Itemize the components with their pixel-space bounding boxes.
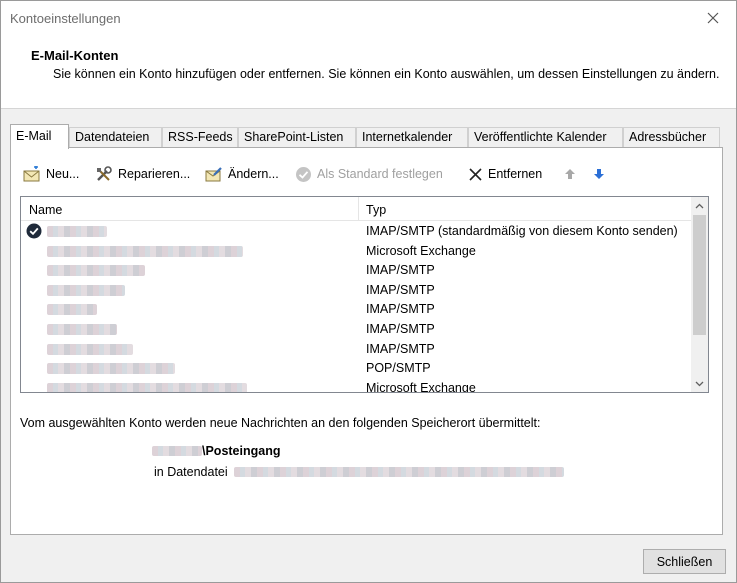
remove-x-icon: [469, 167, 482, 181]
chevron-down-icon: [695, 381, 704, 386]
dialog-header: E-Mail-Konten Sie können ein Konto hinzu…: [1, 37, 736, 109]
scroll-thumb[interactable]: [693, 215, 706, 335]
chevron-up-icon: [695, 203, 704, 208]
column-type-header[interactable]: Typ: [366, 203, 386, 217]
account-type: Microsoft Exchange: [366, 380, 476, 393]
account-type: IMAP/SMTP (standardmäßig von diesem Kont…: [366, 224, 678, 238]
redacted-account-name: [47, 265, 145, 277]
tab-sharepoint-lists[interactable]: SharePoint-Listen: [238, 127, 356, 148]
set-default-label: Als Standard festlegen: [317, 167, 443, 181]
account-type: IMAP/SMTP: [366, 302, 435, 317]
new-account-button[interactable]: Neu...: [23, 162, 79, 186]
change-account-label: Ändern...: [228, 167, 279, 181]
redacted-account-name: [47, 343, 133, 355]
scroll-up-button[interactable]: [691, 197, 708, 214]
change-account-button[interactable]: Ändern...: [205, 162, 279, 186]
datafile-prefix: in Datendatei: [154, 465, 228, 479]
account-row[interactable]: POP/SMTP: [21, 359, 698, 379]
delivery-datafile: in Datendatei: [154, 465, 564, 479]
account-toolbar: Neu... Reparieren... Ändern... Als Stand…: [11, 162, 722, 186]
header-description: Sie können ein Konto hinzufügen oder ent…: [53, 67, 720, 81]
tab-internet-calendars[interactable]: Internetkalender: [356, 127, 468, 148]
account-type: POP/SMTP: [366, 361, 431, 376]
close-button[interactable]: Schließen: [643, 549, 726, 574]
account-row[interactable]: Microsoft Exchange: [21, 379, 698, 393]
account-row[interactable]: IMAP/SMTP: [21, 320, 698, 340]
account-type: IMAP/SMTP: [366, 263, 435, 278]
checkmark-circle-icon: [296, 166, 311, 182]
edit-mail-icon: [205, 167, 222, 182]
new-account-label: Neu...: [46, 167, 80, 181]
tab-address-books[interactable]: Adressbücher: [623, 127, 720, 148]
close-window-button[interactable]: [690, 1, 736, 35]
account-type: IMAP/SMTP: [366, 282, 435, 297]
account-row[interactable]: Microsoft Exchange: [21, 242, 698, 262]
tools-icon: [97, 166, 112, 181]
list-header: Name Typ: [21, 197, 698, 221]
scroll-down-button[interactable]: [691, 375, 708, 392]
account-type: IMAP/SMTP: [366, 341, 435, 356]
delivery-folder: \Posteingang: [152, 444, 280, 458]
account-row[interactable]: IMAP/SMTP: [21, 300, 698, 320]
account-type: Microsoft Exchange: [366, 243, 476, 258]
redacted-mailbox-name: [152, 446, 202, 456]
repair-account-label: Reparieren...: [118, 167, 191, 181]
account-type: IMAP/SMTP: [366, 322, 435, 336]
header-title: E-Mail-Konten: [31, 48, 119, 63]
tab-email[interactable]: E-Mail: [10, 124, 69, 149]
redacted-account-name: [47, 245, 243, 257]
account-row[interactable]: IMAP/SMTP: [21, 261, 698, 281]
remove-account-button[interactable]: Entfernen: [468, 162, 542, 186]
redacted-account-name: [47, 363, 175, 375]
tab-rss-feeds[interactable]: RSS-Feeds: [162, 127, 238, 148]
redacted-datafile-path: [233, 467, 564, 477]
account-row[interactable]: IMAP/SMTP: [21, 281, 698, 301]
redacted-account-name: [47, 324, 117, 335]
email-tab-panel: Neu... Reparieren... Ändern... Als Stand…: [10, 147, 723, 535]
redacted-account-name: [47, 382, 247, 392]
title-bar: Kontoeinstellungen: [1, 1, 736, 37]
list-vertical-scrollbar[interactable]: [691, 197, 708, 392]
close-icon: [707, 12, 719, 24]
default-account-check-icon: [26, 223, 42, 239]
account-settings-dialog: Kontoeinstellungen E-Mail-Konten Sie kön…: [0, 0, 737, 583]
move-down-button[interactable]: [593, 162, 610, 186]
set-default-button[interactable]: Als Standard festlegen: [295, 162, 443, 186]
redacted-account-name: [47, 284, 125, 296]
arrow-up-icon: [565, 169, 575, 179]
repair-account-button[interactable]: Reparieren...: [95, 162, 190, 186]
tab-data-files[interactable]: Datendateien: [69, 127, 162, 148]
column-separator[interactable]: [358, 197, 359, 221]
redacted-account-name: [47, 226, 107, 237]
window-title: Kontoeinstellungen: [10, 11, 121, 26]
remove-account-label: Entfernen: [488, 167, 543, 181]
account-row[interactable]: IMAP/SMTP (standardmäßig von diesem Kont…: [21, 222, 698, 242]
move-up-button[interactable]: [564, 162, 581, 186]
account-list[interactable]: Name Typ IMAP/SMTP (standardmäßig von di…: [20, 196, 709, 393]
new-mail-icon: [23, 166, 40, 182]
column-name-header[interactable]: Name: [29, 203, 62, 217]
account-row[interactable]: IMAP/SMTP: [21, 340, 698, 360]
arrow-down-icon: [594, 169, 604, 179]
tab-published-calendars[interactable]: Veröffentlichte Kalender: [468, 127, 623, 148]
redacted-account-name: [47, 304, 97, 316]
delivery-folder-name: \Posteingang: [202, 444, 281, 458]
delivery-info-text: Vom ausgewählten Konto werden neue Nachr…: [20, 416, 541, 430]
